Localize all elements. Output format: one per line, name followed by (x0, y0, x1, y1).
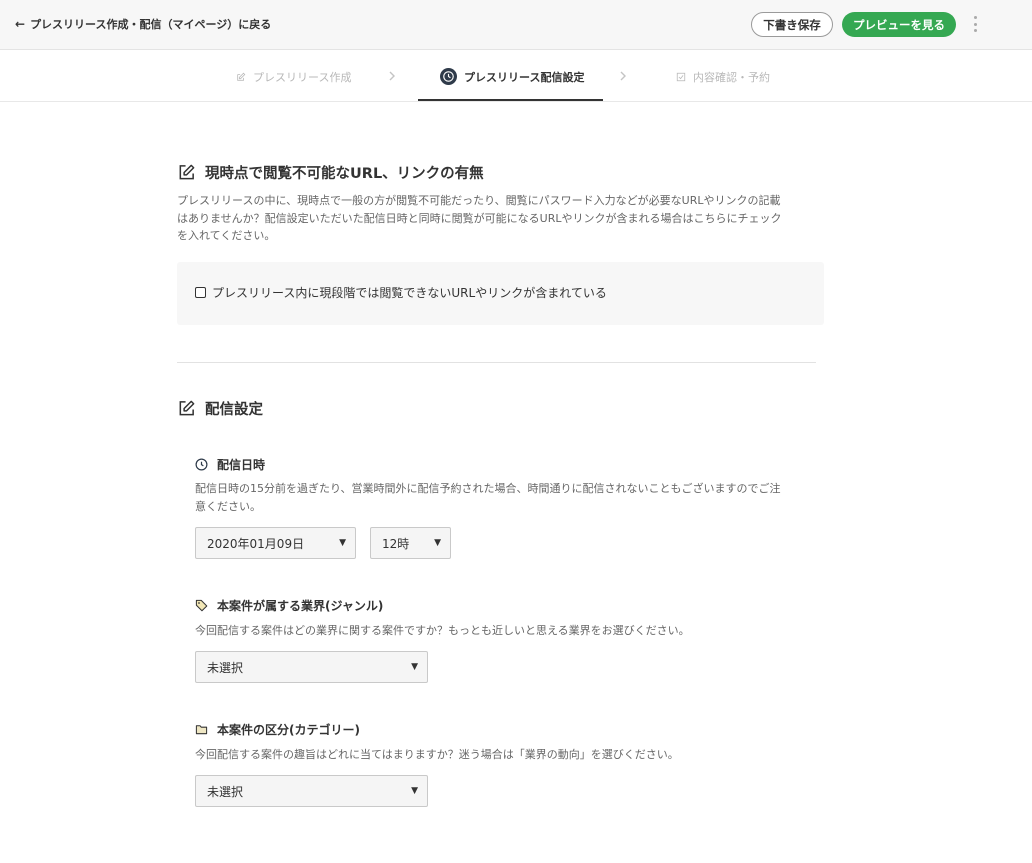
back-link[interactable]: ← プレスリリース作成・配信（マイページ）に戻る (15, 16, 271, 32)
restricted-url-checkbox-row[interactable]: プレスリリース内に現段階では閲覧できないURLやリンクが含まれている (195, 284, 607, 301)
delivery-datetime-title: 配信日時 (195, 456, 265, 473)
tag-icon (195, 599, 208, 612)
section-divider (177, 362, 816, 363)
industry-select[interactable]: 未選択 ▼ (195, 651, 428, 683)
caret-down-icon: ▼ (434, 538, 441, 548)
edit-icon (236, 72, 246, 82)
clock-icon (440, 68, 457, 85)
category-select[interactable]: 未選択 ▼ (195, 775, 428, 807)
chevron-right-icon (389, 71, 395, 81)
step-confirm-reserve-label: 内容確認・予約 (693, 70, 770, 84)
chevron-right-icon (620, 71, 626, 81)
delivery-hour-select[interactable]: 12時 ▼ (370, 527, 451, 559)
step-delivery-settings-label: プレスリリース配信設定 (464, 70, 585, 84)
top-bar: ← プレスリリース作成・配信（マイページ）に戻る 下書き保存 プレビューを見る (0, 0, 1032, 50)
save-draft-button[interactable]: 下書き保存 (751, 12, 833, 37)
more-options-icon[interactable] (969, 14, 981, 34)
industry-description: 今回配信する案件はどの業界に関する案件ですか？もっとも近しいと思える業界をお選び… (195, 624, 690, 637)
step-create[interactable]: プレスリリース作成 (236, 51, 351, 102)
edit-icon (177, 163, 196, 182)
checklist-icon (676, 72, 686, 82)
clock-icon (195, 458, 208, 471)
url-section-description: プレスリリースの中に、現時点で一般の方が閲覧不可能だったり、閲覧にパスワード入力… (177, 194, 782, 242)
arrow-left-icon: ← (15, 17, 26, 31)
back-link-label: プレスリリース作成・配信（マイページ）に戻る (30, 18, 272, 31)
delivery-date-select[interactable]: 2020年01月09日 ▼ (195, 527, 356, 559)
step-delivery-settings[interactable]: プレスリリース配信設定 (440, 51, 584, 102)
url-section-title: 現時点で閲覧不可能なURL、リンクの有無 (177, 162, 484, 183)
category-description: 今回配信する案件の趣旨はどれに当てはまりますか？迷う場合は「業界の動向」を選びく… (195, 748, 679, 761)
active-step-indicator (418, 99, 603, 101)
edit-icon (177, 399, 196, 418)
category-title: 本案件の区分(カテゴリー) (195, 721, 360, 738)
folder-icon (195, 723, 208, 736)
step-navigation: プレスリリース作成 プレスリリース配信設定 内容確認・予約 (0, 51, 1032, 102)
industry-title: 本案件が属する業界(ジャンル) (195, 597, 383, 614)
caret-down-icon: ▼ (339, 538, 346, 548)
delivery-datetime-description: 配信日時の15分前を過ぎたり、営業時間外に配信予約された場合、時間通りに配信され… (195, 482, 781, 513)
delivery-section-title: 配信設定 (177, 398, 263, 419)
caret-down-icon: ▼ (411, 786, 418, 796)
caret-down-icon: ▼ (411, 662, 418, 672)
restricted-url-checkbox[interactable] (195, 287, 206, 298)
step-create-label: プレスリリース作成 (253, 70, 352, 84)
step-confirm-reserve[interactable]: 内容確認・予約 (676, 51, 770, 102)
preview-button[interactable]: プレビューを見る (842, 12, 956, 37)
restricted-url-checkbox-label: プレスリリース内に現段階では閲覧できないURLやリンクが含まれている (212, 286, 607, 300)
